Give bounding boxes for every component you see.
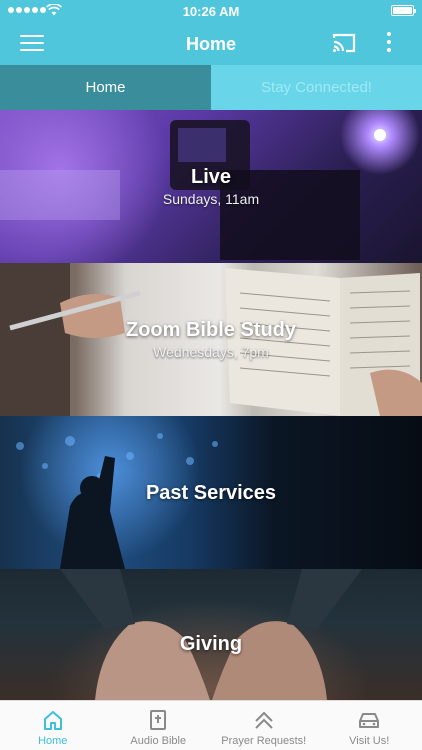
- bottom-tab-home[interactable]: Home: [0, 701, 106, 750]
- bottom-tab-audio-bible-label: Audio Bible: [130, 735, 187, 747]
- tab-stay-connected[interactable]: Stay Connected!: [211, 65, 422, 110]
- more-vertical-icon[interactable]: [385, 32, 393, 56]
- live-title: Live: [190, 166, 232, 188]
- home-icon: [43, 711, 62, 730]
- tab-home[interactable]: Home: [0, 65, 211, 110]
- zoom-bible-study-tile[interactable]: Zoom Bible Study Wednesdays, 7pm: [0, 263, 422, 416]
- live-tile[interactable]: Live Sundays, 11am: [0, 110, 422, 263]
- bottom-tab-visit-us[interactable]: Visit Us!: [317, 701, 422, 750]
- bible-icon: [150, 710, 167, 730]
- cast-icon[interactable]: [331, 30, 357, 56]
- page-title: Home: [185, 34, 236, 54]
- bottom-tab-audio-bible[interactable]: Audio Bible: [106, 701, 212, 750]
- past-services-tile[interactable]: Past Services: [0, 416, 422, 569]
- bottom-tab-prayer-requests[interactable]: Prayer Requests!: [211, 701, 317, 750]
- navigation-bar: Home: [0, 22, 422, 65]
- top-tab-bar: Home Stay Connected!: [0, 65, 422, 110]
- status-bar: 10:26 AM: [0, 0, 422, 22]
- bottom-tab-bar: Home Audio Bible Prayer Requests! Visit …: [0, 700, 422, 750]
- zoom-bible-study-subtitle: Wednesdays, 7pm: [153, 344, 269, 360]
- status-time: 10:26 AM: [182, 4, 240, 19]
- double-chevron-up-icon: [255, 711, 273, 729]
- bottom-tab-visit-us-label: Visit Us!: [349, 735, 390, 747]
- app-header: 10:26 AM Home: [0, 0, 422, 65]
- battery-icon: [391, 5, 416, 16]
- giving-title: Giving: [179, 633, 243, 655]
- live-subtitle: Sundays, 11am: [162, 191, 260, 207]
- bottom-tab-home-label: Home: [38, 735, 68, 747]
- bottom-tab-prayer-requests-label: Prayer Requests!: [221, 735, 307, 747]
- giving-tile[interactable]: Giving: [0, 569, 422, 700]
- past-services-title: Past Services: [145, 482, 277, 504]
- car-icon: [359, 713, 380, 728]
- zoom-bible-study-title: Zoom Bible Study: [126, 319, 296, 341]
